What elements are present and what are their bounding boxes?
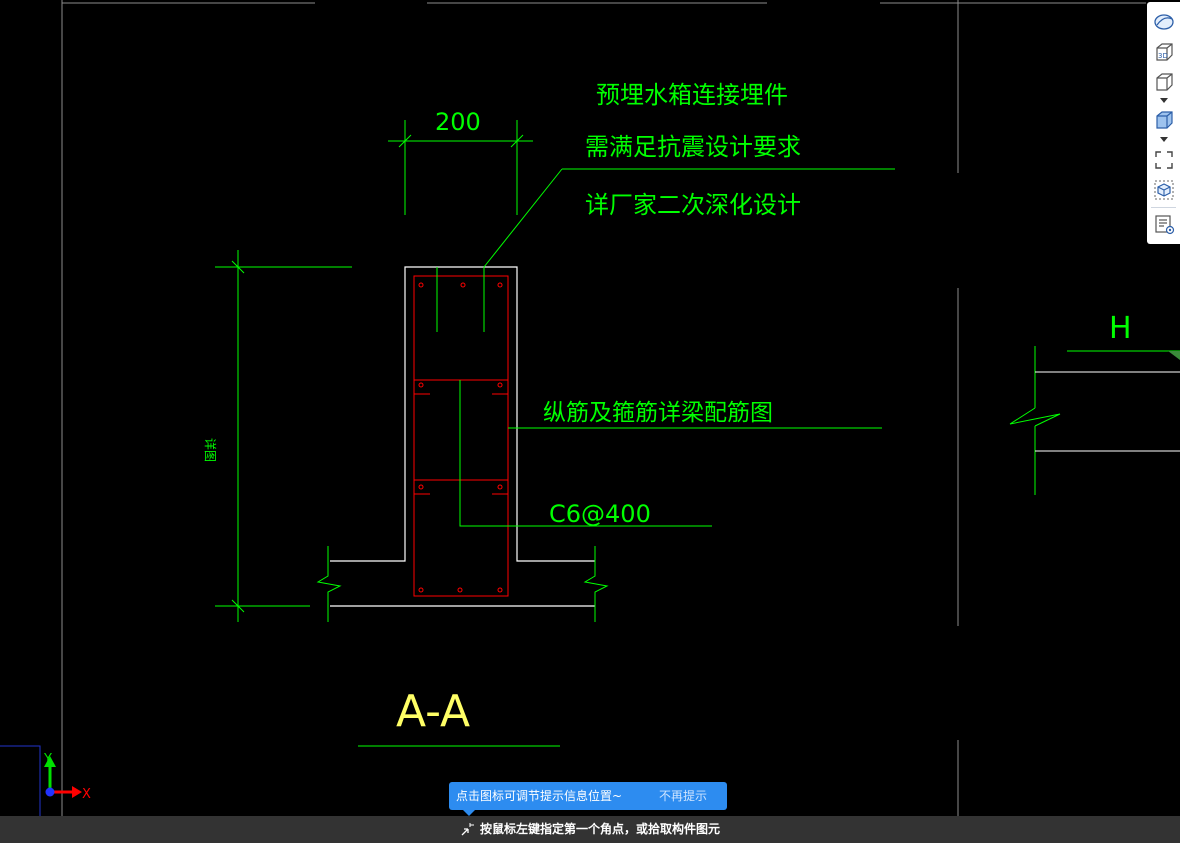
right-detail-marker <box>1168 351 1180 360</box>
pick-cursor-icon[interactable] <box>460 821 476 837</box>
drawing-viewport[interactable]: 预埋水箱连接埋件 需满足抗震设计要求 详厂家二次深化设计 200 详图 纵筋及箍… <box>0 0 1180 843</box>
view-toolbar: 3D <box>1147 2 1180 244</box>
component-icon[interactable] <box>1152 178 1176 202</box>
stirrup-note: C6@400 <box>549 500 651 528</box>
cube-wireframe-icon[interactable] <box>1152 70 1176 94</box>
chevron-down-icon[interactable] <box>1160 98 1168 104</box>
right-detail-white <box>1035 371 1180 452</box>
side-label: H <box>1109 311 1132 346</box>
cad-canvas[interactable]: 预埋水箱连接埋件 需满足抗震设计要求 详厂家二次深化设计 200 详图 纵筋及箍… <box>0 0 1180 843</box>
dont-show-again-link[interactable]: 不再提示 <box>659 782 707 810</box>
rebar-note: 纵筋及箍筋详梁配筋图 <box>543 400 773 426</box>
tooltip-message: 点击图标可调节提示信息位置~ <box>456 789 623 803</box>
section-label: A-A <box>396 686 470 737</box>
annotation-line3: 详厂家二次深化设计 <box>585 191 801 219</box>
command-status-bar: 按鼠标左键指定第一个角点，或拾取构件图元 <box>0 816 1180 843</box>
cube-shaded-icon[interactable] <box>1152 108 1176 132</box>
break-lines <box>316 546 609 622</box>
ucs-y-label: Y <box>43 752 52 767</box>
annotation-line1: 预埋水箱连接埋件 <box>596 81 788 109</box>
height-dimension: 详图 <box>203 438 218 462</box>
chevron-down-icon[interactable] <box>1160 137 1168 143</box>
svg-text:3D: 3D <box>1158 52 1168 60</box>
properties-icon[interactable] <box>1152 212 1176 236</box>
ucs-icon: Y X <box>43 752 91 802</box>
fullscreen-icon[interactable] <box>1152 148 1176 172</box>
rebar-cage <box>413 275 509 597</box>
orbit-icon[interactable] <box>1152 10 1176 34</box>
command-prompt: 按鼠标左键指定第一个角点，或拾取构件图元 <box>480 822 721 836</box>
section-outline <box>330 266 595 607</box>
ucs-x-label: X <box>82 787 91 802</box>
hint-tooltip: 点击图标可调节提示信息位置~ 不再提示 <box>449 782 727 816</box>
annotation-line2: 需满足抗震设计要求 <box>585 133 801 161</box>
3d-view-icon[interactable]: 3D <box>1152 40 1176 64</box>
width-dimension: 200 <box>435 108 481 136</box>
